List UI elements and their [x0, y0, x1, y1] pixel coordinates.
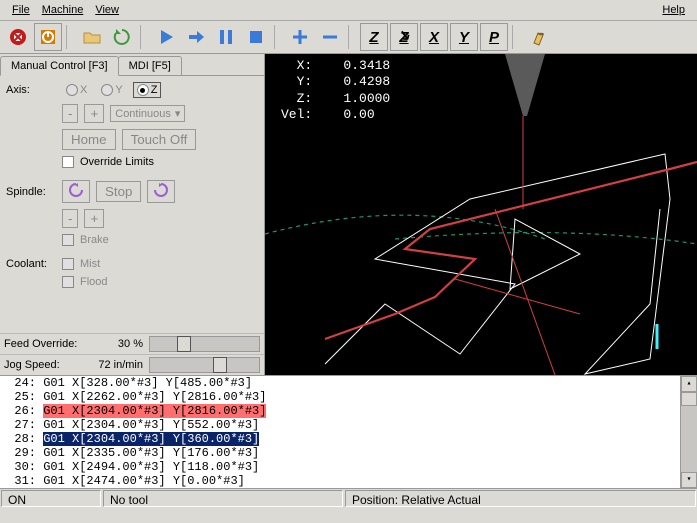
brake-checkbox[interactable]: Brake — [62, 234, 109, 246]
spindle-plus-button[interactable]: + — [84, 209, 104, 228]
menu-help[interactable]: Help — [656, 2, 691, 18]
spindle-stop-button[interactable]: Stop — [96, 181, 141, 202]
gcode-listing[interactable]: 24: G01 X[328.00*#3] Y[485.00*#3] 25: G0… — [0, 375, 697, 488]
scroll-up-button[interactable]: ▴ — [681, 376, 697, 392]
step-button[interactable] — [182, 23, 210, 51]
toolpath-preview[interactable]: X: 0.3418 Y: 0.4298 Z: 1.0000 Vel: 0.00 — [265, 54, 697, 375]
scroll-down-button[interactable]: ▾ — [681, 472, 697, 488]
stop-button[interactable] — [242, 23, 270, 51]
menu-view[interactable]: View — [89, 2, 125, 18]
gcode-line[interactable]: 29: G01 X[2335.00*#3] Y[176.00*#3] — [0, 446, 697, 460]
tab-manual[interactable]: Manual Control [F3] — [0, 56, 119, 76]
gcode-line[interactable]: 26: G01 X[2304.00*#3] Y[2816.00*#3] — [0, 404, 697, 418]
jog-speed-label: Jog Speed: — [4, 359, 94, 371]
view-p-button[interactable]: P — [480, 23, 508, 51]
axis-y-radio[interactable]: Y — [97, 82, 126, 98]
gcode-line[interactable]: 30: G01 X[2494.00*#3] Y[118.00*#3] — [0, 460, 697, 474]
jog-plus-button[interactable]: + — [84, 104, 104, 123]
coolant-label: Coolant: — [6, 258, 56, 270]
spindle-ccw-button[interactable] — [62, 180, 90, 203]
gcode-line[interactable]: 28: G01 X[2304.00*#3] Y[360.00*#3] — [0, 432, 697, 446]
status-position: Position: Relative Actual — [345, 490, 696, 507]
view-z2-button[interactable]: ↘Z — [390, 23, 418, 51]
feed-override-slider[interactable] — [149, 336, 260, 352]
spindle-minus-button[interactable]: - — [62, 209, 78, 228]
home-button[interactable]: Home — [62, 129, 116, 150]
gcode-scrollbar[interactable]: ▴ ▾ — [680, 376, 697, 488]
estop-button[interactable] — [4, 23, 32, 51]
gcode-line[interactable]: 25: G01 X[2262.00*#3] Y[2816.00*#3] — [0, 390, 697, 404]
menu-machine[interactable]: Machine — [36, 2, 90, 18]
flood-checkbox[interactable]: Flood — [62, 276, 108, 288]
jog-speed-slider[interactable] — [149, 357, 260, 373]
status-state: ON — [1, 490, 101, 507]
power-button[interactable] — [34, 23, 62, 51]
open-file-button[interactable] — [78, 23, 106, 51]
feed-override-value: 30 % — [94, 338, 149, 350]
override-limits-checkbox[interactable]: Override Limits — [62, 156, 154, 168]
jog-speed-value: 72 in/min — [94, 359, 149, 371]
reload-button[interactable] — [108, 23, 136, 51]
jog-minus-button[interactable]: - — [62, 104, 78, 123]
axis-label: Axis: — [6, 84, 56, 96]
chevron-down-icon: ▾ — [175, 107, 181, 120]
gcode-line[interactable]: 31: G01 X[2474.00*#3] Y[0.00*#3] — [0, 474, 697, 488]
zoom-out-button[interactable] — [316, 23, 344, 51]
gcode-line[interactable]: 24: G01 X[328.00*#3] Y[485.00*#3] — [0, 376, 697, 390]
view-y-button[interactable]: Y — [450, 23, 478, 51]
clear-plot-button[interactable] — [524, 23, 552, 51]
tab-mdi[interactable]: MDI [F5] — [118, 56, 182, 76]
axis-z-radio[interactable]: Z — [133, 82, 162, 98]
gcode-line[interactable]: 27: G01 X[2304.00*#3] Y[552.00*#3] — [0, 418, 697, 432]
jog-increment-select[interactable]: Continuous▾ — [110, 105, 185, 122]
mist-checkbox[interactable]: Mist — [62, 258, 100, 270]
touchoff-button[interactable]: Touch Off — [122, 129, 197, 150]
zoom-in-button[interactable] — [286, 23, 314, 51]
pause-button[interactable] — [212, 23, 240, 51]
view-z-button[interactable]: Z — [360, 23, 388, 51]
spindle-label: Spindle: — [6, 186, 56, 198]
spindle-cw-button[interactable] — [147, 180, 175, 203]
axis-x-radio[interactable]: X — [62, 82, 91, 98]
feed-override-label: Feed Override: — [4, 338, 94, 350]
menu-file[interactable]: File — [6, 2, 36, 18]
run-button[interactable] — [152, 23, 180, 51]
status-tool: No tool — [103, 490, 343, 507]
view-x-button[interactable]: X — [420, 23, 448, 51]
